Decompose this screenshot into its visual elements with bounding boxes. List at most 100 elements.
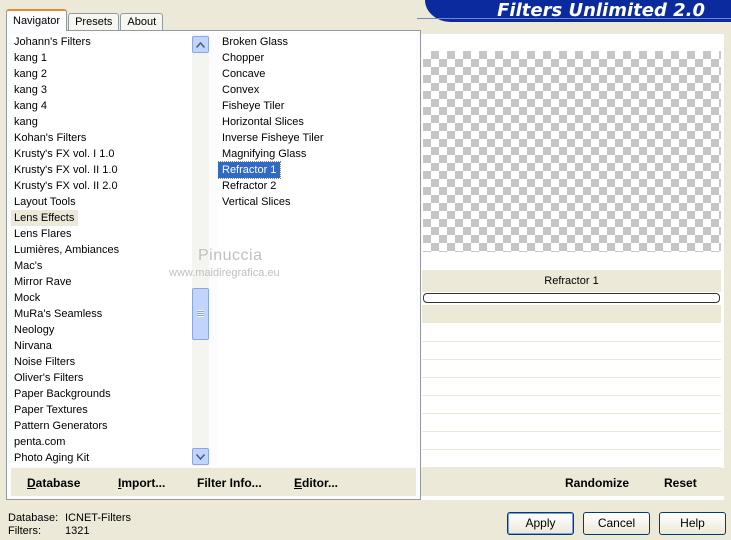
list-item[interactable]: Magnifying Glass <box>218 146 416 162</box>
apply-button[interactable]: Apply <box>507 512 574 535</box>
list-item-label: kang 1 <box>14 52 48 64</box>
filters-info: Filters: 1321 <box>8 525 90 537</box>
list-item-label: Fisheye Tiler <box>222 100 285 112</box>
tab-presets[interactable]: Presets <box>68 13 120 31</box>
database-button[interactable]: Database <box>27 476 80 490</box>
category-list[interactable]: Johann's Filters kang 1 kang 2 kang 3 kang 4… <box>11 34 209 466</box>
list-item[interactable]: kang 1 <box>11 50 209 66</box>
list-item[interactable]: Pattern Generators <box>11 418 209 434</box>
list-item[interactable]: Chopper <box>218 50 416 66</box>
chevron-up-icon <box>196 41 205 48</box>
list-item[interactable]: Nirvana <box>11 338 209 354</box>
list-item-label: Krusty's FX vol. II 2.0 <box>14 180 118 192</box>
parameter-row <box>422 415 721 432</box>
list-item-label: Johann's Filters <box>14 36 91 48</box>
list-item[interactable]: Refractor 1 <box>218 161 416 179</box>
list-item[interactable]: Krusty's FX vol. I 1.0 <box>11 146 209 162</box>
progress-bar <box>423 293 720 303</box>
scroll-thumb[interactable] <box>192 288 209 340</box>
help-button[interactable]: Help <box>659 512 726 535</box>
parameter-row <box>422 361 721 378</box>
watermark-url: www.maidiregrafica.eu <box>169 267 280 279</box>
list-item-label: kang 4 <box>14 100 48 112</box>
tab-navigator[interactable]: Navigator <box>6 9 68 31</box>
list-item[interactable]: Krusty's FX vol. II 2.0 <box>11 178 209 194</box>
cancel-button[interactable]: Cancel <box>583 512 650 535</box>
parameter-row <box>422 397 721 414</box>
list-item-label: kang <box>14 116 38 128</box>
list-item[interactable]: kang 3 <box>11 82 209 98</box>
scroll-up-button[interactable] <box>192 36 209 53</box>
list-item-label: Noise Filters <box>14 356 76 368</box>
list-item[interactable]: Paper Backgrounds <box>11 386 209 402</box>
list-item[interactable]: Noise Filters <box>11 354 209 370</box>
parameter-row <box>422 451 721 468</box>
scroll-down-button[interactable] <box>192 448 209 465</box>
list-item-label: Lens Effects <box>11 210 79 226</box>
list-item[interactable]: Horizontal Slices <box>218 114 416 130</box>
list-item-label: Pattern Generators <box>14 420 108 432</box>
randomize-button[interactable]: Randomize <box>565 476 629 490</box>
list-item[interactable]: Mock <box>11 290 209 306</box>
list-item[interactable]: Lumières, Ambiances <box>11 242 209 258</box>
filter-info-button[interactable]: Filter Info... <box>197 476 262 490</box>
list-item[interactable]: kang <box>11 114 209 130</box>
list-item[interactable]: Kohan's Filters <box>11 130 209 146</box>
list-item[interactable]: Refractor 2 <box>218 178 416 194</box>
editor-button[interactable]: Editor... <box>294 476 338 490</box>
list-item-label: Krusty's FX vol. II 1.0 <box>14 164 118 176</box>
list-item[interactable]: Paper Textures <box>11 402 209 418</box>
list-item-label: Neology <box>14 324 55 336</box>
list-item[interactable]: Krusty's FX vol. II 1.0 <box>11 162 209 178</box>
list-item[interactable]: kang 4 <box>11 98 209 114</box>
list-item[interactable]: MuRa's Seamless <box>11 306 209 322</box>
list-item-label: Refractor 2 <box>222 180 277 192</box>
parameter-header <box>422 305 721 323</box>
list-item[interactable]: Photo Aging Kit <box>11 450 209 466</box>
parameter-row <box>422 379 721 396</box>
parameter-row <box>422 343 721 360</box>
list-item-label: Concave <box>222 68 266 80</box>
current-filter-name: Refractor 1 <box>422 270 721 292</box>
list-item-label: Vertical Slices <box>222 196 291 208</box>
import-button[interactable]: Import... <box>118 476 165 490</box>
list-item-label: Photo Aging Kit <box>14 452 90 464</box>
app-banner-title: Filters Unlimited 2.0 <box>417 0 731 22</box>
list-item-label: Krusty's FX vol. I 1.0 <box>14 148 115 160</box>
list-item-label: Paper Backgrounds <box>14 388 111 400</box>
list-item[interactable]: Fisheye Tiler <box>218 98 416 114</box>
list-item-label: Nirvana <box>14 340 52 352</box>
list-item[interactable]: Neology <box>11 322 209 338</box>
list-item-label: Refractor 1 <box>218 161 282 179</box>
tab-about[interactable]: About <box>120 13 164 31</box>
filters-count: 1321 <box>65 525 90 537</box>
list-item-label: Mock <box>14 292 41 304</box>
chevron-down-icon <box>196 453 205 460</box>
reset-button[interactable]: Reset <box>664 476 697 490</box>
list-item[interactable]: Broken Glass <box>218 34 416 50</box>
list-item-label: Paper Textures <box>14 404 88 416</box>
list-item-label: Magnifying Glass <box>222 148 307 160</box>
list-item[interactable]: Inverse Fisheye Tiler <box>218 130 416 146</box>
list-item[interactable]: kang 2 <box>11 66 209 82</box>
tab-strip: Navigator Presets About <box>6 9 164 31</box>
list-item[interactable]: penta.com <box>11 434 209 450</box>
watermark-name: Pinuccia <box>198 247 263 264</box>
preview-canvas[interactable] <box>423 51 721 252</box>
list-item-label: Chopper <box>222 52 265 64</box>
list-item-label: MuRa's Seamless <box>14 308 103 320</box>
list-item[interactable]: Layout Tools <box>11 194 209 210</box>
list-item[interactable]: Lens Flares <box>11 226 209 242</box>
list-item[interactable]: Johann's Filters <box>11 34 209 50</box>
list-item-label: kang 2 <box>14 68 48 80</box>
list-item[interactable]: Concave <box>218 66 416 82</box>
list-item[interactable]: Vertical Slices <box>218 194 416 210</box>
list-item-label: penta.com <box>14 436 66 448</box>
list-item[interactable]: Convex <box>218 82 416 98</box>
list-item[interactable]: Lens Effects <box>11 210 209 226</box>
list-item-label: kang 3 <box>14 84 48 96</box>
list-item[interactable]: Oliver's Filters <box>11 370 209 386</box>
list-item-label: Oliver's Filters <box>14 372 84 384</box>
list-item-label: Inverse Fisheye Tiler <box>222 132 324 144</box>
database-value: ICNET-Filters <box>65 512 131 524</box>
